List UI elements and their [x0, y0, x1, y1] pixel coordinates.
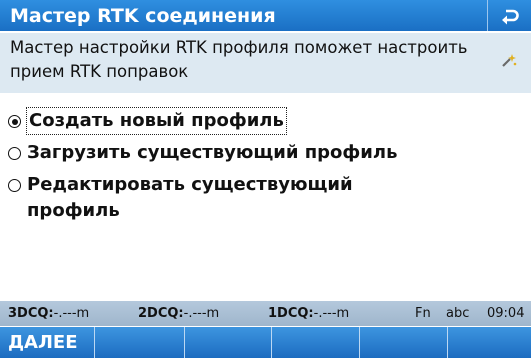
option-load-profile[interactable]: Загрузить существующий профиль: [8, 140, 518, 166]
softkey-f3[interactable]: [185, 327, 272, 358]
softkey-f2[interactable]: [95, 327, 185, 358]
option-edit-profile[interactable]: Редактировать существующий профиль: [8, 172, 518, 224]
title-bar: Мастер RTK соединения: [0, 0, 531, 31]
fn-indicator: Fn: [415, 306, 431, 321]
status-3dcq: 3DCQ:-.---m: [8, 306, 90, 321]
input-mode: abc: [446, 306, 470, 321]
radio-edit-profile[interactable]: [8, 179, 21, 192]
description-text: Мастер настройки RTK профиля поможет нас…: [10, 38, 468, 81]
option-create-profile[interactable]: Создать новый профиль: [8, 107, 518, 135]
description-panel: Мастер настройки RTK профиля поможет нас…: [0, 33, 531, 93]
window-title: Мастер RTK соединения: [10, 4, 276, 27]
radio-create-profile[interactable]: [8, 115, 21, 128]
status-1dcq: 1DCQ:-.---m: [268, 306, 350, 321]
status-bar: 3DCQ:-.---m 2DCQ:-.---m 1DCQ:-.---m Fn a…: [0, 301, 531, 326]
softkey-f4[interactable]: [272, 327, 360, 358]
radio-load-profile[interactable]: [8, 147, 21, 160]
profile-options: Создать новый профиль Загрузить существу…: [8, 107, 518, 230]
softkey-f6[interactable]: [448, 327, 531, 358]
wizard-wand-icon: [502, 54, 517, 67]
status-2dcq: 2DCQ:-.---m: [138, 306, 220, 321]
back-button[interactable]: [487, 0, 531, 31]
softkey-next[interactable]: ДАЛЕЕ: [0, 327, 95, 358]
softkey-bar: ДАЛЕЕ: [0, 327, 531, 358]
option-label[interactable]: Создать новый профиль: [26, 107, 287, 135]
option-label[interactable]: Загрузить существующий профиль: [27, 140, 397, 166]
return-arrow-icon: [501, 9, 519, 24]
clock: 09:04: [487, 306, 525, 321]
option-label[interactable]: Редактировать существующий профиль: [27, 172, 357, 224]
softkey-f5[interactable]: [360, 327, 448, 358]
